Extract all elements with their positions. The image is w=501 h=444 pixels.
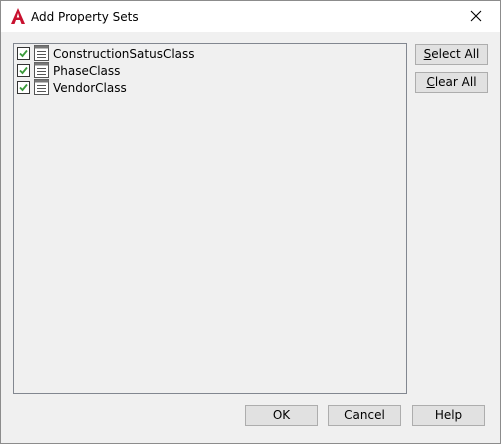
list-item[interactable]: PhaseClass [17,62,397,80]
help-button[interactable]: Help [412,405,485,426]
clear-all-mnemonic: C [426,75,435,89]
add-property-sets-dialog: Add Property Sets ConstructionSatusClass… [0,0,501,444]
close-button[interactable] [454,1,500,32]
clear-all-label: lear All [434,75,477,89]
cancel-button[interactable]: Cancel [328,405,401,426]
window-title: Add Property Sets [31,10,139,24]
ok-button[interactable]: OK [245,405,318,426]
select-all-button[interactable]: Select All [415,44,488,65]
list-item[interactable]: ConstructionSatusClass [17,45,397,63]
autocad-logo-icon [10,7,26,25]
checkmark-icon [19,66,28,75]
list-item-label: ConstructionSatusClass [53,47,195,61]
document-list-icon [34,79,49,98]
property-sets-list[interactable]: ConstructionSatusClass PhaseClass Vendor… [13,43,407,394]
select-all-label: elect All [431,47,480,61]
checkbox-construction-satus-class[interactable] [17,47,30,60]
list-item-label: VendorClass [53,81,127,95]
list-item-label: PhaseClass [53,64,121,78]
checkbox-phase-class[interactable] [17,64,30,77]
checkmark-icon [19,49,28,58]
clear-all-button[interactable]: Clear All [415,72,488,93]
checkmark-icon [19,83,28,92]
close-icon [470,10,482,22]
list-item[interactable]: VendorClass [17,79,397,98]
checkbox-vendor-class[interactable] [17,81,30,94]
title-bar: Add Property Sets [1,1,500,32]
